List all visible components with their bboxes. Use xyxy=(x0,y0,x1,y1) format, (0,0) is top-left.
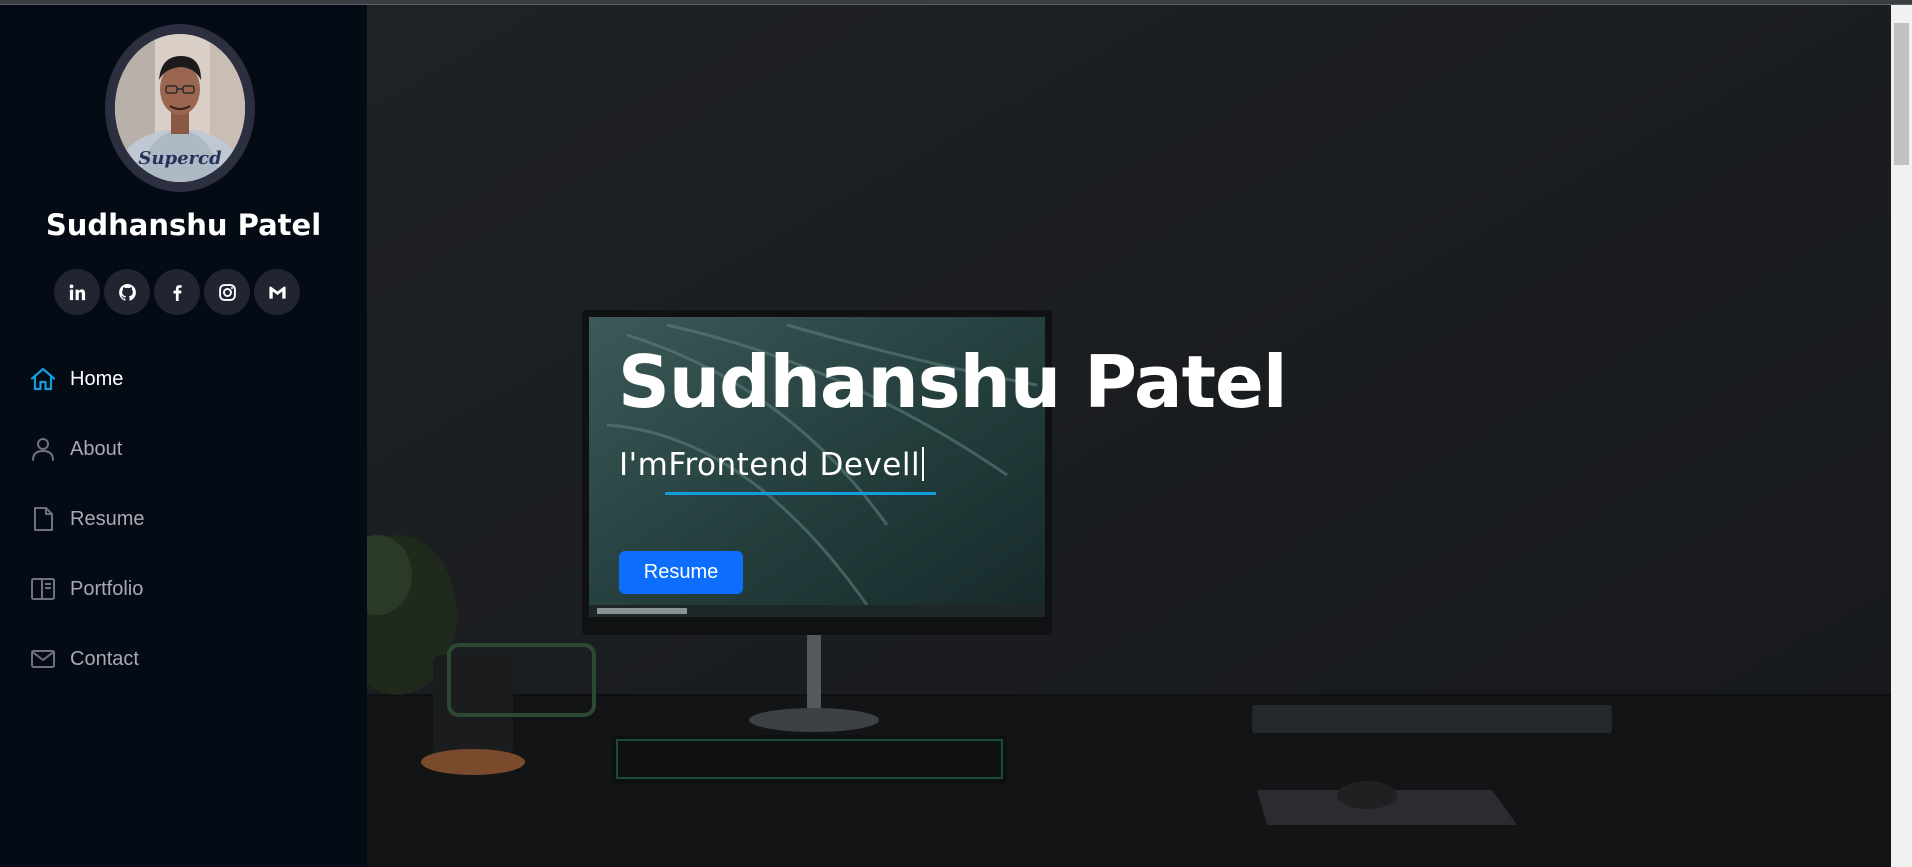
hero-background-image xyxy=(367,5,1891,867)
instagram-icon xyxy=(218,283,236,301)
person-icon xyxy=(29,435,57,463)
linkedin-icon xyxy=(69,284,85,300)
envelope-icon xyxy=(29,645,57,673)
github-icon xyxy=(118,283,136,301)
nav-item-resume[interactable]: Resume xyxy=(29,499,329,539)
scrollbar-thumb[interactable] xyxy=(1894,23,1909,165)
typed-text: I'mFrontend Devell xyxy=(619,447,925,483)
nav-label-about: About xyxy=(70,437,123,460)
gmail-icon xyxy=(268,286,286,299)
hero-section: Sudhanshu Patel I'mFrontend Devell Resum… xyxy=(367,5,1891,867)
file-icon xyxy=(29,505,57,533)
nav-item-contact[interactable]: Contact xyxy=(29,639,329,679)
nav-item-home[interactable]: Home xyxy=(29,359,329,399)
nav-label-resume: Resume xyxy=(70,507,145,530)
gmail-link[interactable] xyxy=(254,269,300,315)
linkedin-link[interactable] xyxy=(54,269,100,315)
nav-label-portfolio: Portfolio xyxy=(70,577,144,600)
resume-button[interactable]: Resume xyxy=(619,551,743,594)
nav-label-contact: Contact xyxy=(70,647,139,670)
page-scrollbar[interactable] xyxy=(1891,5,1912,867)
profile-name: Sudhanshu Patel xyxy=(45,208,322,242)
github-link[interactable] xyxy=(104,269,150,315)
social-links xyxy=(54,269,300,315)
hero-name: Sudhanshu Patel xyxy=(618,340,1288,424)
portfolio-icon xyxy=(29,575,57,603)
facebook-icon xyxy=(173,284,182,301)
typed-text-value: I'mFrontend Devell xyxy=(619,447,921,483)
typing-caret xyxy=(922,447,925,481)
avatar-ring: Supercd xyxy=(105,24,255,192)
nav-label-home: Home xyxy=(70,367,124,390)
sidebar: Supercd Sudhanshu Patel Home About Resum… xyxy=(0,5,367,867)
nav-item-portfolio[interactable]: Portfolio xyxy=(29,569,329,609)
nav-item-about[interactable]: About xyxy=(29,429,329,469)
avatar: Supercd xyxy=(115,34,245,182)
instagram-link[interactable] xyxy=(204,269,250,315)
facebook-link[interactable] xyxy=(154,269,200,315)
svg-text:Supercd: Supercd xyxy=(138,148,222,169)
home-icon xyxy=(29,365,57,393)
typed-underline xyxy=(665,492,936,495)
